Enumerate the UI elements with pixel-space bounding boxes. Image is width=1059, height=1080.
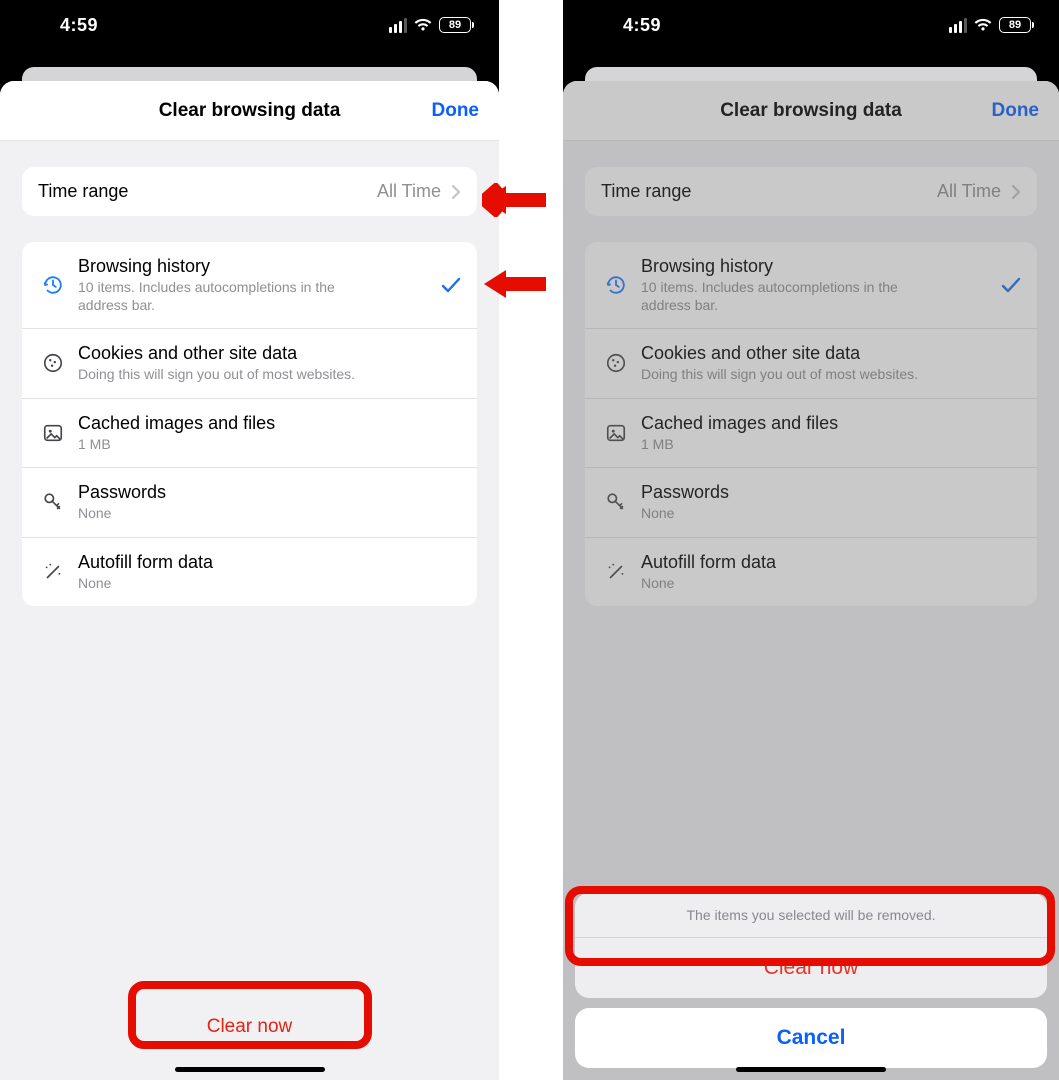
wifi-icon <box>973 18 993 32</box>
autofill-row[interactable]: Autofill form data None <box>22 537 477 607</box>
action-sheet-cancel-button[interactable]: Cancel <box>575 1008 1047 1068</box>
done-button[interactable]: Done <box>432 100 480 122</box>
cookie-icon <box>601 352 631 374</box>
action-sheet-clear-button[interactable]: Clear now <box>575 938 1047 998</box>
time-range-value: All Time <box>377 181 441 202</box>
phone-left: 4:59 89 Clear browsing data Done Time ra… <box>0 0 499 1080</box>
clear-now-button[interactable]: Clear now <box>0 1000 499 1054</box>
done-button[interactable]: Done <box>992 100 1040 122</box>
status-bar: 4:59 89 <box>563 0 1059 50</box>
passwords-row[interactable]: Passwords None <box>22 467 477 537</box>
cache-row[interactable]: Cached images and files 1 MB <box>585 398 1037 468</box>
status-bar: 4:59 89 <box>0 0 499 50</box>
image-icon <box>601 422 631 444</box>
status-time: 4:59 <box>623 15 661 36</box>
time-range-row[interactable]: Time range All Time <box>585 167 1037 216</box>
key-icon <box>601 491 631 513</box>
page-title: Clear browsing data <box>720 100 902 122</box>
cookies-row[interactable]: Cookies and other site data Doing this w… <box>22 328 477 398</box>
gap <box>499 0 563 1080</box>
cellular-icon <box>389 18 407 33</box>
image-icon <box>38 422 68 444</box>
nav-bar: Clear browsing data Done <box>0 81 499 141</box>
phone-right: 4:59 89 Clear browsing data Done Time ra… <box>563 0 1059 1080</box>
battery-icon: 89 <box>999 17 1031 33</box>
history-icon <box>601 274 631 296</box>
chevron-right-icon <box>1011 184 1021 200</box>
time-range-row[interactable]: Time range All Time <box>22 167 477 216</box>
browsing-history-row[interactable]: Browsing history 10 items. Includes auto… <box>22 242 477 328</box>
wifi-icon <box>413 18 433 32</box>
browsing-history-row[interactable]: Browsing history 10 items. Includes auto… <box>585 242 1037 328</box>
wand-icon <box>601 561 631 583</box>
home-indicator <box>175 1067 325 1072</box>
action-sheet-message: The items you selected will be removed. <box>575 893 1047 938</box>
time-range-label: Time range <box>38 181 128 202</box>
action-sheet: The items you selected will be removed. … <box>575 893 1047 1068</box>
passwords-row[interactable]: Passwords None <box>585 467 1037 537</box>
cache-row[interactable]: Cached images and files 1 MB <box>22 398 477 468</box>
nav-bar: Clear browsing data Done <box>563 81 1059 141</box>
key-icon <box>38 491 68 513</box>
home-indicator <box>736 1067 886 1072</box>
chevron-right-icon <box>451 184 461 200</box>
checkmark-icon <box>1001 276 1021 294</box>
status-time: 4:59 <box>60 15 98 36</box>
page-title: Clear browsing data <box>159 100 341 122</box>
cookie-icon <box>38 352 68 374</box>
settings-sheet: Clear browsing data Done Time range All … <box>0 81 499 1080</box>
checkmark-icon <box>441 276 461 294</box>
cellular-icon <box>949 18 967 33</box>
cookies-row[interactable]: Cookies and other site data Doing this w… <box>585 328 1037 398</box>
autofill-row[interactable]: Autofill form data None <box>585 537 1037 607</box>
battery-icon: 89 <box>439 17 471 33</box>
history-icon <box>38 274 68 296</box>
wand-icon <box>38 561 68 583</box>
